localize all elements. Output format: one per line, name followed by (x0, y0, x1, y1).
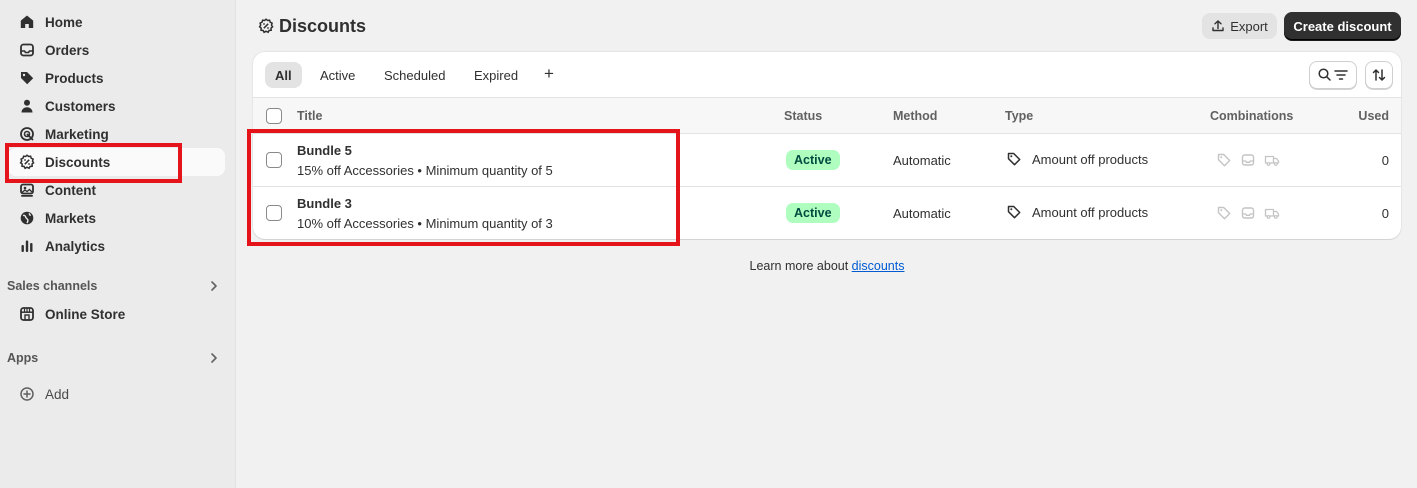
search-filter-icon (1318, 68, 1348, 81)
globe-icon (19, 210, 35, 226)
discount-type: Amount off products (1006, 151, 1148, 167)
select-all-checkbox[interactable] (266, 108, 282, 124)
discount-summary: 10% off Accessories • Minimum quantity o… (297, 216, 553, 231)
discounts-help-link[interactable]: discounts (852, 259, 905, 273)
apps-label: Apps (7, 351, 39, 365)
sidebar-item-online-store[interactable]: Online Store (8, 300, 225, 328)
column-combinations: Combinations (1210, 109, 1294, 123)
inbox-icon (19, 42, 35, 58)
table-row[interactable]: Bundle 5 15% off Accessories • Minimum q… (253, 134, 1401, 187)
row-checkbox[interactable] (266, 205, 282, 221)
sort-button[interactable] (1365, 61, 1393, 89)
chevron-right-icon (207, 351, 221, 365)
sidebar: Home Orders Products Customers Marketing… (0, 0, 236, 488)
page-title: Discounts (258, 14, 366, 38)
export-button[interactable]: Export (1202, 13, 1277, 39)
learn-more-prefix: Learn more about (749, 259, 852, 273)
product-discount-icon (1216, 205, 1232, 221)
row-checkbox[interactable] (266, 152, 282, 168)
search-filter-button[interactable] (1309, 61, 1357, 89)
add-view-button[interactable]: + (540, 64, 558, 84)
sidebar-item-markets[interactable]: Markets (8, 204, 225, 232)
column-used: Used (1358, 109, 1389, 123)
home-icon (19, 14, 35, 30)
learn-more-text: Learn more about discounts (0, 259, 1417, 273)
sales-channels-label: Sales channels (7, 279, 98, 293)
sidebar-item-label: Products (45, 70, 104, 86)
tag-outline-icon (1006, 204, 1022, 220)
upload-icon (1211, 19, 1225, 33)
sidebar-item-orders[interactable]: Orders (8, 36, 225, 64)
sidebar-item-add-app[interactable]: Add (8, 380, 225, 408)
discounts-card: All Active Scheduled Expired + Title Sta… (253, 52, 1401, 239)
sidebar-item-customers[interactable]: Customers (8, 92, 225, 120)
used-count: 0 (1381, 153, 1389, 168)
combinations (1216, 152, 1288, 168)
sort-icon (1372, 69, 1386, 81)
page-title-text: Discounts (279, 15, 367, 36)
export-button-label: Export (1230, 18, 1268, 34)
shipping-discount-icon (1264, 205, 1280, 221)
order-discount-icon (1240, 205, 1256, 221)
discount-type-label: Amount off products (1032, 204, 1149, 220)
sidebar-item-label: Content (45, 182, 96, 198)
sidebar-item-label: Online Store (45, 306, 126, 322)
sidebar-item-label: Orders (45, 42, 90, 58)
tag-icon (19, 70, 35, 86)
discount-summary: 15% off Accessories • Minimum quantity o… (297, 163, 553, 178)
sidebar-item-discounts[interactable]: Discounts (8, 148, 225, 176)
used-count: 0 (1381, 206, 1389, 221)
sidebar-item-content[interactable]: Content (8, 176, 225, 204)
sidebar-item-label: Add (45, 386, 70, 402)
filter-tabs: All Active Scheduled Expired + (253, 52, 1401, 97)
sidebar-item-label: Customers (45, 98, 116, 114)
order-discount-icon (1240, 152, 1256, 168)
shipping-discount-icon (1264, 152, 1280, 168)
sidebar-item-label: Discounts (45, 154, 111, 170)
tab-expired[interactable]: Expired (464, 62, 528, 88)
discount-title: Bundle 5 (297, 143, 352, 158)
sidebar-item-label: Marketing (45, 126, 109, 142)
bar-chart-icon (19, 238, 35, 254)
status-badge: Active (786, 203, 840, 223)
status-badge: Active (786, 150, 840, 170)
discount-method: Automatic (893, 206, 951, 221)
tab-all[interactable]: All (265, 62, 302, 88)
combinations (1216, 205, 1288, 221)
sales-channels-heading[interactable]: Sales channels (7, 276, 229, 296)
discount-gear-icon (258, 18, 274, 34)
tab-active[interactable]: Active (310, 62, 365, 88)
discount-type: Amount off products (1006, 204, 1148, 220)
tag-outline-icon (1006, 151, 1022, 167)
discount-type-label: Amount off products (1032, 151, 1149, 167)
column-type: Type (1005, 109, 1034, 123)
sidebar-item-label: Markets (45, 210, 97, 226)
store-icon (19, 306, 35, 322)
apps-heading[interactable]: Apps (7, 348, 229, 368)
sidebar-item-marketing[interactable]: Marketing (8, 120, 225, 148)
column-method: Method (893, 109, 938, 123)
content-icon (19, 182, 35, 198)
discount-gear-icon (19, 154, 35, 170)
sidebar-item-label: Analytics (45, 238, 106, 254)
chevron-right-icon (207, 279, 221, 293)
sidebar-item-analytics[interactable]: Analytics (8, 232, 225, 260)
column-title: Title (297, 109, 323, 123)
discount-title: Bundle 3 (297, 196, 352, 211)
tab-scheduled[interactable]: Scheduled (374, 62, 455, 88)
sidebar-item-home[interactable]: Home (8, 8, 225, 36)
plus-circle-icon (19, 386, 35, 402)
sidebar-item-products[interactable]: Products (8, 64, 225, 92)
sidebar-item-label: Home (45, 14, 83, 30)
table-row[interactable]: Bundle 3 10% off Accessories • Minimum q… (253, 187, 1401, 239)
product-discount-icon (1216, 152, 1232, 168)
table-header: Title Status Method Type Combinations Us… (253, 97, 1401, 134)
person-icon (19, 98, 35, 114)
column-status: Status (784, 109, 823, 123)
discount-method: Automatic (893, 153, 951, 168)
create-discount-button[interactable]: Create discount (1284, 12, 1401, 40)
target-icon (19, 126, 35, 142)
